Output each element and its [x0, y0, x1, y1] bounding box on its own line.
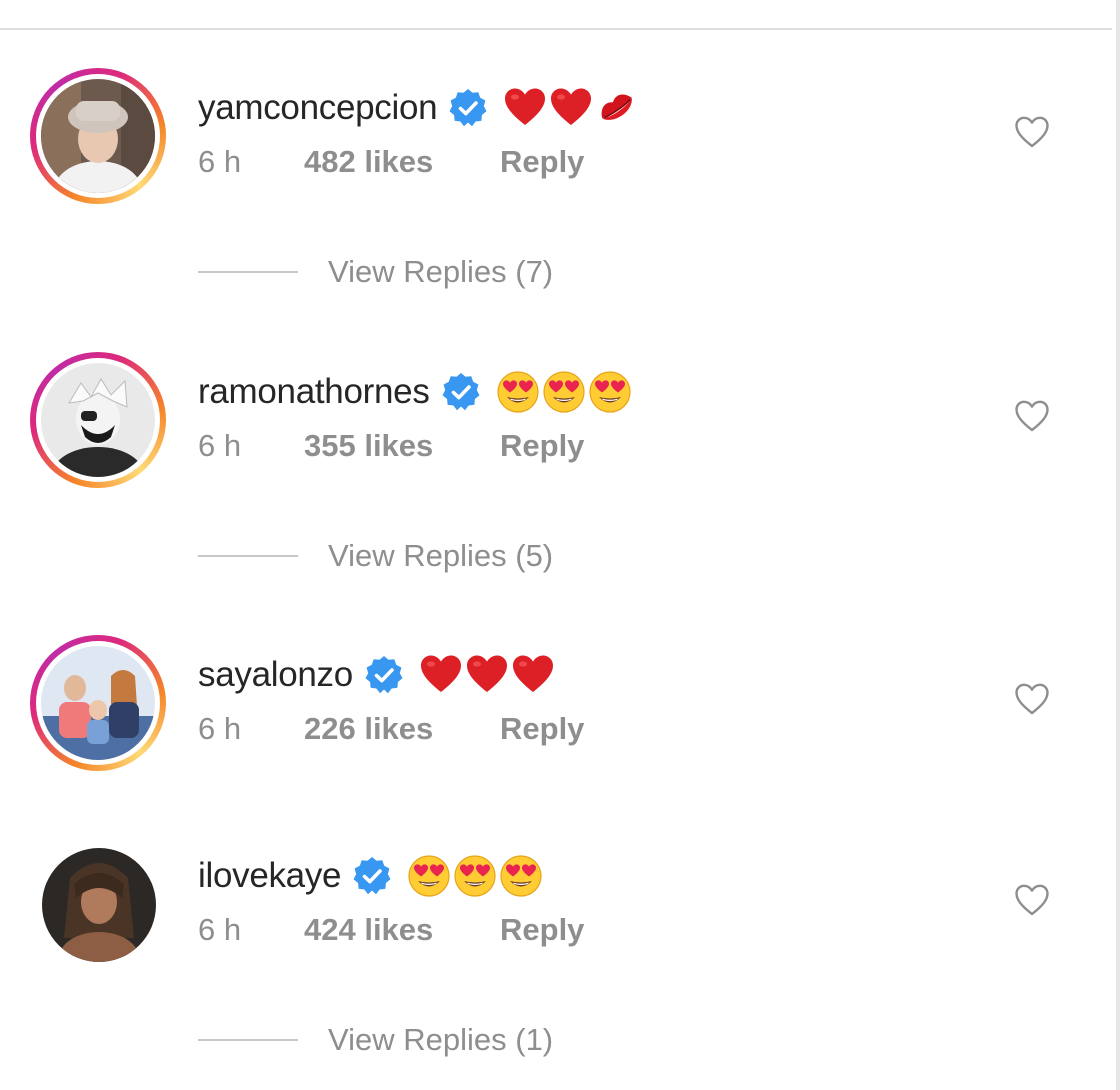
comment-likes[interactable]: 424 likes: [304, 912, 500, 948]
comment-emojis: [496, 370, 632, 414]
replies-divider: [198, 1039, 298, 1041]
comment-likes[interactable]: 226 likes: [304, 711, 500, 747]
red-heart-icon: [549, 86, 593, 130]
comment-time: 6 h: [198, 428, 242, 463]
verified-badge-icon: [363, 654, 405, 696]
verified-badge-icon: [351, 855, 393, 897]
heart-eyes-icon: [496, 370, 540, 414]
comment-item: sayalonzo 6 h 226 likes Reply: [0, 635, 1110, 795]
avatar-story-ring[interactable]: [30, 68, 166, 204]
reply-button[interactable]: Reply: [500, 144, 584, 180]
red-heart-icon: [511, 653, 555, 697]
view-replies-label[interactable]: View Replies (1): [328, 1022, 553, 1058]
verified-badge-icon: [440, 371, 482, 413]
verified-badge-icon: [447, 87, 489, 129]
kiss-mark-icon: [595, 86, 639, 130]
like-heart-icon[interactable]: [1012, 679, 1052, 719]
reply-button[interactable]: Reply: [500, 912, 584, 948]
comment-emojis: [419, 653, 555, 697]
avatar-story-ring[interactable]: [30, 635, 166, 771]
heart-eyes-icon: [499, 854, 543, 898]
avatar[interactable]: [41, 363, 155, 477]
comment-emojis: [503, 86, 639, 130]
replies-divider: [198, 555, 298, 557]
avatar-wrapper[interactable]: [30, 836, 166, 972]
username[interactable]: ramonathornes: [198, 372, 430, 412]
avatar-story-ring[interactable]: [30, 352, 166, 488]
view-replies-button[interactable]: View Replies (7): [198, 252, 553, 292]
heart-eyes-icon: [407, 854, 451, 898]
comment-time: 6 h: [198, 912, 242, 947]
like-heart-icon[interactable]: [1012, 880, 1052, 920]
view-replies-button[interactable]: View Replies (5): [198, 536, 553, 576]
avatar[interactable]: [41, 646, 155, 760]
heart-eyes-icon: [542, 370, 586, 414]
heart-eyes-icon: [588, 370, 632, 414]
reply-button[interactable]: Reply: [500, 428, 584, 464]
comment-likes[interactable]: 482 likes: [304, 144, 500, 180]
red-heart-icon: [419, 653, 463, 697]
comment-item: ramonathornes 6 h 355 likes Reply: [0, 352, 1110, 512]
view-replies-label[interactable]: View Replies (7): [328, 254, 553, 290]
comment-emojis: [407, 854, 543, 898]
right-scroll-edge: [1116, 0, 1120, 1090]
comment-time: 6 h: [198, 711, 242, 746]
red-heart-icon: [503, 86, 547, 130]
heart-eyes-icon: [453, 854, 497, 898]
username[interactable]: ilovekaye: [198, 856, 342, 896]
replies-divider: [198, 271, 298, 273]
avatar[interactable]: [41, 79, 155, 193]
like-heart-icon[interactable]: [1012, 396, 1052, 436]
view-replies-button[interactable]: View Replies (1): [198, 1020, 553, 1060]
view-replies-label[interactable]: View Replies (5): [328, 538, 553, 574]
reply-button[interactable]: Reply: [500, 711, 584, 747]
comment-item: ilovekaye 6 h 424 likes Reply: [0, 836, 1110, 996]
red-heart-icon: [465, 653, 509, 697]
like-heart-icon[interactable]: [1012, 112, 1052, 152]
avatar[interactable]: [42, 848, 156, 962]
comment-item: yamconcepcion 6 h 482 likes Reply: [0, 68, 1110, 228]
username[interactable]: yamconcepcion: [198, 88, 438, 128]
comment-time: 6 h: [198, 144, 242, 179]
comment-likes[interactable]: 355 likes: [304, 428, 500, 464]
username[interactable]: sayalonzo: [198, 655, 353, 695]
top-divider: [0, 28, 1112, 30]
